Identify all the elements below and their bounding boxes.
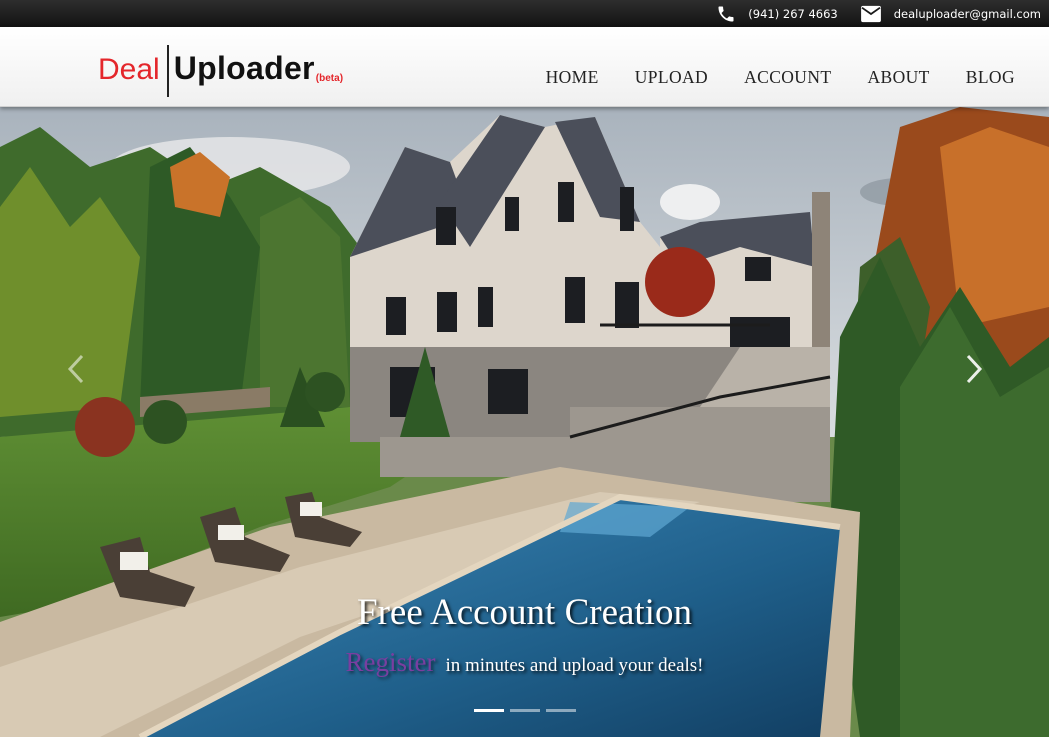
logo-deal-text: Deal — [98, 53, 160, 86]
register-link[interactable]: Register — [345, 647, 435, 677]
phone-number[interactable]: (941) 267 4663 — [748, 7, 837, 21]
carousel-indicator-2[interactable] — [510, 709, 540, 712]
hero-title: Free Account Creation — [357, 592, 692, 633]
hero-subtitle: Register in minutes and upload your deals… — [0, 647, 1049, 678]
carousel-indicator-1[interactable] — [474, 709, 504, 712]
carousel-indicators — [474, 709, 582, 712]
email-contact[interactable]: dealuploader@gmail.com — [860, 5, 1041, 23]
logo-uploader-text: Uploader — [173, 50, 315, 86]
hero-carousel: Free Account Creation Register in minutes… — [0, 107, 1049, 737]
site-header: Deal Uploader (beta) HOME UPLOAD ACCOUNT… — [0, 27, 1049, 107]
carousel-indicator-3[interactable] — [546, 709, 576, 712]
carousel-next-button[interactable] — [960, 352, 990, 386]
nav-home[interactable]: HOME — [546, 67, 599, 88]
hero-house-photo — [0, 107, 1049, 737]
logo-beta-tag: (beta) — [315, 73, 344, 84]
phone-contact[interactable]: (941) 267 4663 — [716, 4, 838, 24]
nav-about[interactable]: ABOUT — [867, 67, 929, 88]
phone-icon — [718, 6, 734, 21]
chevron-right-icon — [966, 354, 983, 384]
site-logo[interactable]: Deal Uploader (beta) — [98, 45, 343, 97]
contact-bar: (941) 267 4663 dealuploader@gmail.com — [0, 0, 1049, 27]
carousel-prev-button[interactable] — [62, 352, 92, 386]
email-address[interactable]: dealuploader@gmail.com — [894, 7, 1041, 21]
chevron-left-icon — [67, 354, 84, 384]
hero-subtitle-text: in minutes and upload your deals! — [445, 655, 704, 676]
nav-upload[interactable]: UPLOAD — [635, 67, 708, 88]
envelope-icon — [860, 5, 881, 22]
nav-blog[interactable]: BLOG — [966, 67, 1015, 88]
main-nav: HOME UPLOAD ACCOUNT ABOUT BLOG — [510, 67, 1015, 88]
nav-account[interactable]: ACCOUNT — [744, 67, 831, 88]
logo-divider — [166, 45, 169, 97]
